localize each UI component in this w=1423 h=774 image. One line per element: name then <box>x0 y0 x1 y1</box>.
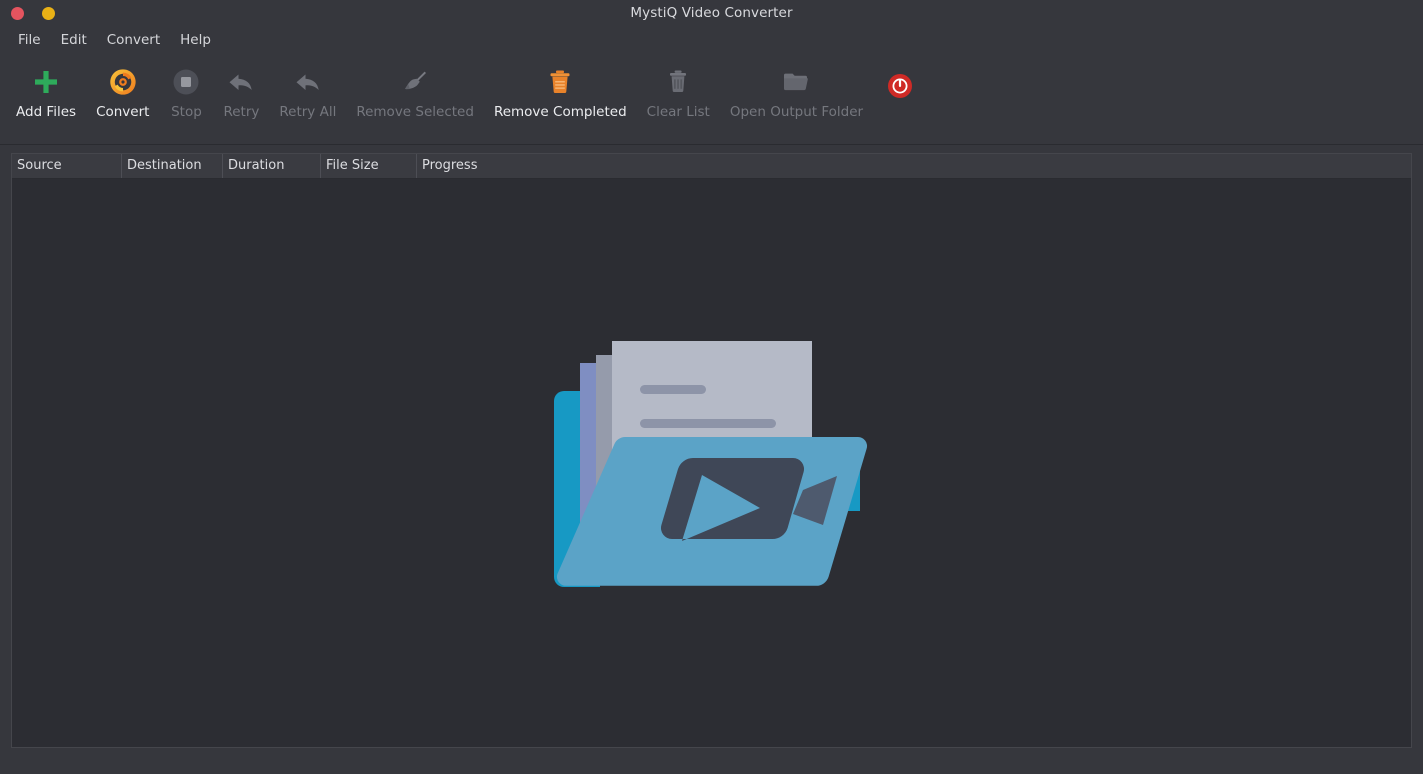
retry-icon <box>224 65 258 99</box>
open-output-folder-label: Open Output Folder <box>730 105 863 120</box>
trash-orange-icon <box>543 65 577 99</box>
retry-button[interactable]: Retry <box>213 59 269 139</box>
open-output-folder-button[interactable]: Open Output Folder <box>720 59 873 139</box>
title-bar: MystiQ Video Converter <box>0 0 1423 27</box>
clear-list-label: Clear List <box>647 105 710 120</box>
broom-icon <box>398 65 432 99</box>
retry-label: Retry <box>223 105 259 120</box>
window-controls <box>11 0 55 27</box>
column-header-duration[interactable]: Duration <box>223 154 321 178</box>
menu-item-help[interactable]: Help <box>170 29 221 52</box>
convert-label: Convert <box>96 105 149 120</box>
stop-icon <box>169 65 203 99</box>
retry-all-label: Retry All <box>279 105 336 120</box>
plus-icon <box>29 65 63 99</box>
menu-bar: File Edit Convert Help <box>0 27 1423 53</box>
retry-all-button[interactable]: Retry All <box>269 59 346 139</box>
clear-list-button[interactable]: Clear List <box>637 59 720 139</box>
remove-selected-button[interactable]: Remove Selected <box>346 59 484 139</box>
status-bar <box>0 748 1423 774</box>
retry-all-icon <box>291 65 325 99</box>
menu-item-file[interactable]: File <box>8 29 51 52</box>
power-icon <box>883 69 917 103</box>
convert-icon <box>106 65 140 99</box>
stop-label: Stop <box>171 105 202 120</box>
add-files-button[interactable]: Add Files <box>6 59 86 139</box>
exit-button[interactable] <box>873 59 927 139</box>
main-window: MystiQ Video Converter File Edit Convert… <box>0 0 1423 774</box>
remove-completed-label: Remove Completed <box>494 105 627 120</box>
window-title: MystiQ Video Converter <box>0 0 1423 27</box>
folder-icon <box>779 65 813 99</box>
column-header-progress[interactable]: Progress <box>417 154 1411 178</box>
add-files-label: Add Files <box>16 105 76 120</box>
stop-button[interactable]: Stop <box>159 59 213 139</box>
remove-selected-label: Remove Selected <box>356 105 474 120</box>
file-list-header: Source Destination Duration File Size Pr… <box>12 154 1411 179</box>
menu-item-edit[interactable]: Edit <box>51 29 97 52</box>
column-header-source[interactable]: Source <box>12 154 122 178</box>
toolbar: Add Files Convert <box>0 53 1423 145</box>
minimize-window-button[interactable] <box>42 7 55 20</box>
convert-button[interactable]: Convert <box>86 59 159 139</box>
close-window-button[interactable] <box>11 7 24 20</box>
column-header-file-size[interactable]: File Size <box>321 154 417 178</box>
remove-completed-button[interactable]: Remove Completed <box>484 59 637 139</box>
file-list-body[interactable] <box>12 179 1411 747</box>
trash-grey-icon <box>661 65 695 99</box>
file-list: Source Destination Duration File Size Pr… <box>11 153 1412 748</box>
menu-item-convert[interactable]: Convert <box>97 29 170 52</box>
column-header-destination[interactable]: Destination <box>122 154 223 178</box>
empty-list-illustration <box>552 329 872 597</box>
